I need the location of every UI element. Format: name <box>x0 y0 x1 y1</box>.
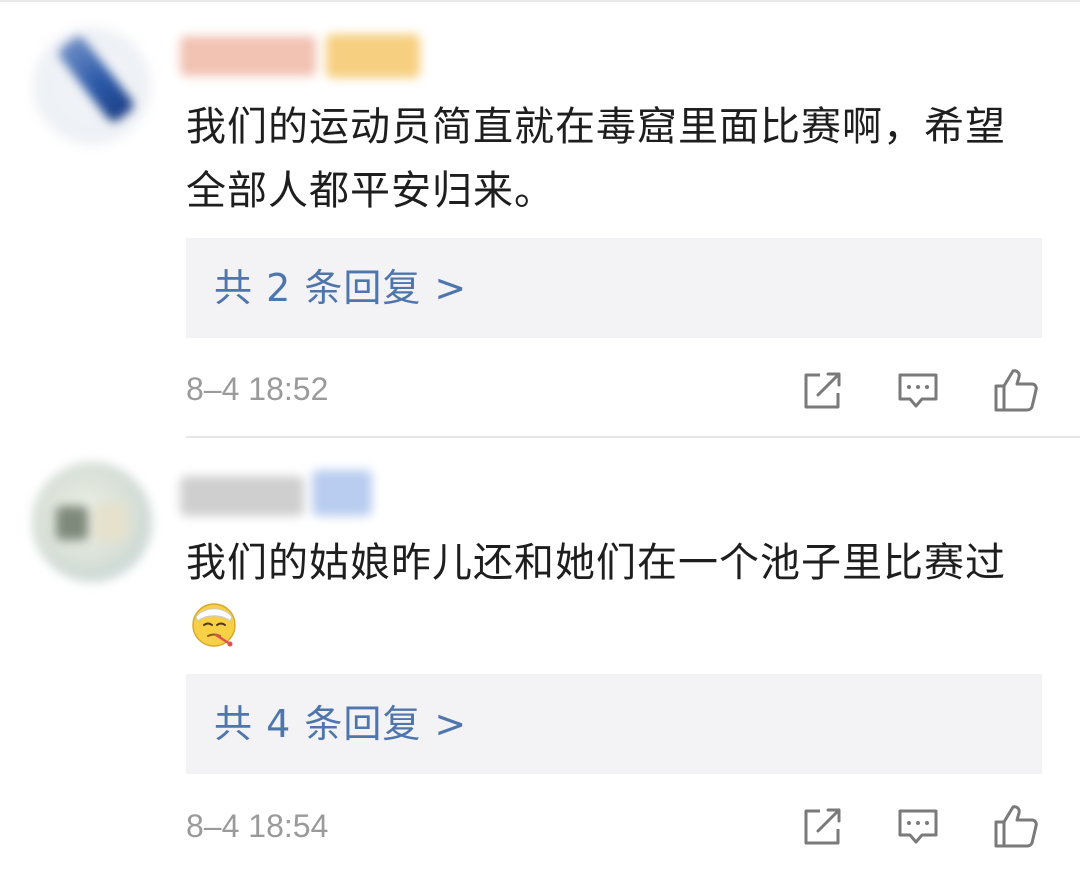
user-badge-blurred <box>312 470 372 516</box>
avatar-image <box>56 506 88 540</box>
thumbs-up-icon[interactable] <box>992 366 1040 414</box>
user-badge-blurred <box>326 34 420 78</box>
replies-count-link[interactable]: 共 4 条回复 > <box>214 702 467 746</box>
comment-timestamp: 8–4 18:52 <box>186 371 329 407</box>
avatar[interactable] <box>32 26 152 146</box>
avatar-image <box>94 502 128 542</box>
replies-expander[interactable]: 共 2 条回复 > <box>186 238 1042 338</box>
username-blurred[interactable] <box>180 476 304 516</box>
comment-icon[interactable] <box>894 366 942 414</box>
username-blurred[interactable] <box>180 36 316 76</box>
top-divider <box>0 0 1080 2</box>
thumbs-up-icon[interactable] <box>992 802 1040 850</box>
comment-divider <box>186 436 1080 438</box>
comment-text: 我们的运动员简直就在毒窟里面比赛啊，希望全部人都平安归来。 <box>186 104 1006 214</box>
share-icon[interactable] <box>798 802 846 850</box>
avatar-image <box>56 33 137 125</box>
sick-face-emoji-icon <box>190 600 238 648</box>
replies-expander[interactable]: 共 4 条回复 > <box>186 674 1042 774</box>
comment-icon[interactable] <box>894 802 942 850</box>
comment-text-block: 我们的姑娘昨儿还和她们在一个池子里比赛过 <box>186 531 1046 659</box>
replies-count-link[interactable]: 共 2 条回复 > <box>214 266 467 310</box>
avatar[interactable] <box>32 462 152 582</box>
comment-timestamp: 8–4 18:54 <box>186 808 329 844</box>
comment-text: 我们的姑娘昨儿还和她们在一个池子里比赛过 <box>186 540 1006 586</box>
share-icon[interactable] <box>798 366 846 414</box>
